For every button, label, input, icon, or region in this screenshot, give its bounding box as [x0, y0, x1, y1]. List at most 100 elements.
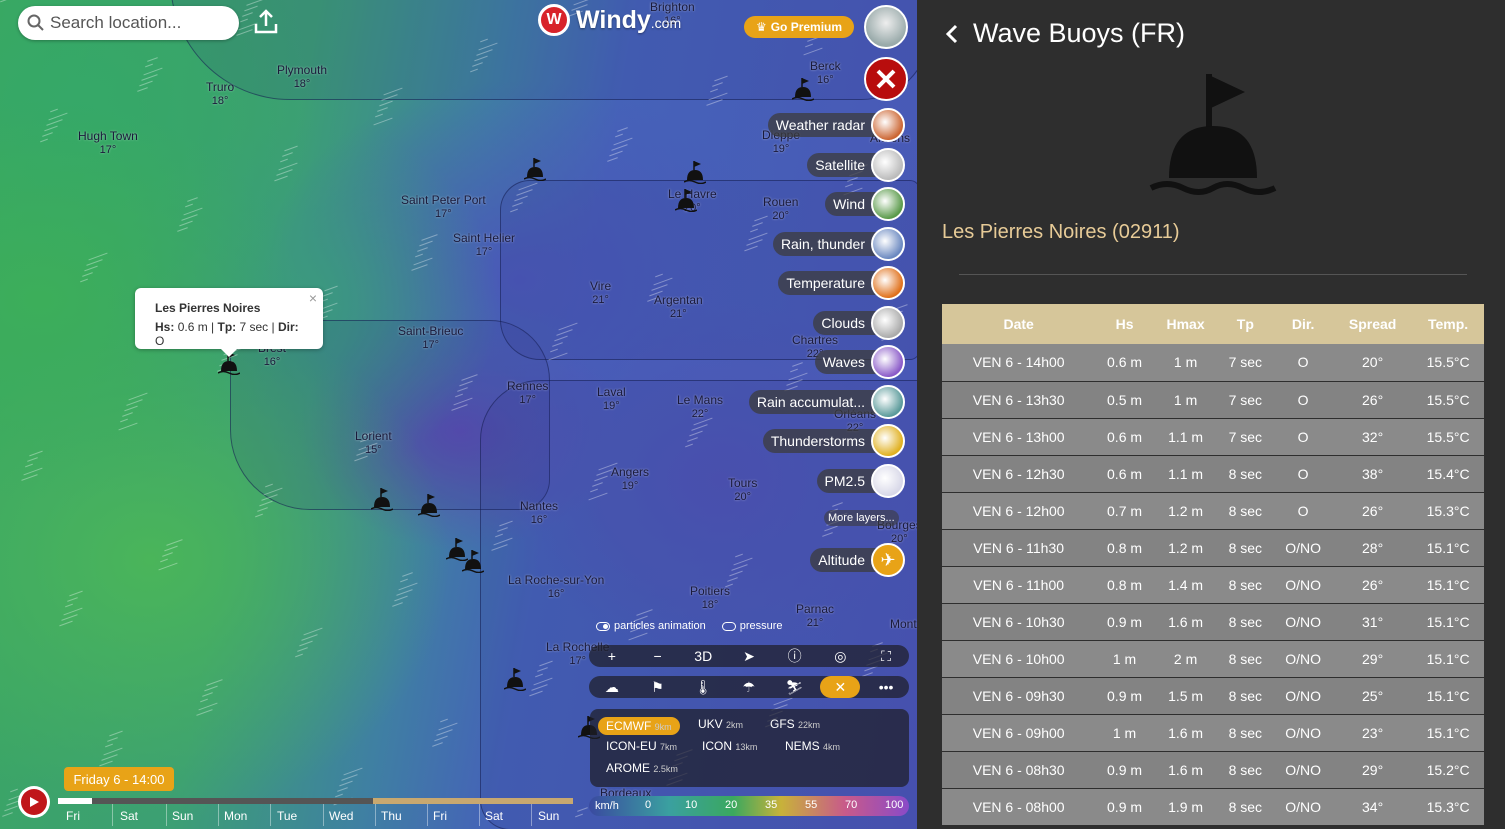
- info-icon[interactable]: ⓘ: [775, 645, 815, 667]
- layer-item[interactable]: Waves: [814, 345, 905, 379]
- wind-streak: [147, 57, 158, 62]
- kite-icon[interactable]: ⛷: [775, 676, 815, 698]
- timeline-day[interactable]: Sun: [538, 809, 559, 823]
- play-button[interactable]: [18, 786, 50, 818]
- city-label[interactable]: Plymouth 18°: [277, 63, 327, 91]
- timeline-day[interactable]: Tue: [277, 809, 297, 823]
- city-temp: 19°: [621, 480, 639, 492]
- timeline-day[interactable]: Thu: [381, 809, 402, 823]
- layer-item[interactable]: Clouds: [813, 305, 905, 340]
- buoy-marker-icon[interactable]: [371, 487, 393, 511]
- buoy-marker-icon[interactable]: [675, 188, 697, 212]
- table-cell: 1.2 m: [1153, 529, 1218, 567]
- 3d-button[interactable]: 3D: [683, 645, 723, 667]
- fullscreen-icon[interactable]: ⛶: [866, 645, 906, 667]
- wind-streak: [29, 450, 43, 457]
- layer-item[interactable]: Rain, thunder: [772, 226, 905, 261]
- city-label[interactable]: Laval 19°: [597, 385, 626, 413]
- city-label[interactable]: Mont: [890, 617, 917, 631]
- thermometer-icon[interactable]: 🌡: [683, 676, 723, 698]
- layer-item[interactable]: Wind: [825, 187, 905, 221]
- timeline-day[interactable]: Fri: [66, 809, 80, 823]
- share-icon[interactable]: [252, 8, 280, 36]
- close-overlay-button[interactable]: [864, 57, 908, 101]
- flag-icon[interactable]: ⚑: [638, 676, 678, 698]
- locate-icon[interactable]: ➤: [729, 645, 769, 667]
- search-input[interactable]: [50, 11, 230, 35]
- altitude-control[interactable]: Altitude ✈: [810, 543, 905, 577]
- buoy-marker-icon[interactable]: [524, 157, 546, 181]
- city-label[interactable]: Berck 16°: [810, 59, 841, 87]
- weather-map[interactable]: Brighton 16° Plymouth 18° Truro 18° Hugh Town 1…: [0, 0, 917, 829]
- city-label[interactable]: Parnac 21°: [796, 602, 834, 630]
- city-label[interactable]: Saint Helier 17°: [453, 231, 515, 259]
- buoy-marker-icon[interactable]: [792, 77, 814, 101]
- buoy-marker-icon[interactable]: [462, 549, 484, 573]
- weather-icon[interactable]: ☁: [592, 676, 632, 698]
- layer-item[interactable]: Temperature: [778, 266, 905, 300]
- city-label[interactable]: Truro 18°: [206, 80, 234, 108]
- close-layer-icon[interactable]: ✕: [820, 676, 861, 698]
- more-icon[interactable]: •••: [866, 676, 906, 698]
- model-option[interactable]: UKV 2km: [698, 717, 743, 731]
- city-label[interactable]: Lorient 15°: [355, 429, 392, 457]
- buoy-popup[interactable]: × Les Pierres Noires Hs: 0.6 m | Tp: 7 s…: [135, 288, 323, 357]
- city-label[interactable]: Argentan 21°: [654, 293, 703, 321]
- layer-item[interactable]: PM2.5: [816, 463, 905, 498]
- avatar[interactable]: [864, 5, 908, 49]
- city-label[interactable]: Poitiers 18°: [690, 584, 730, 612]
- city-label[interactable]: Angers 19°: [611, 465, 649, 493]
- layer-item[interactable]: Rain accumulat...: [748, 384, 905, 419]
- particles-toggle[interactable]: particles animation: [596, 620, 706, 632]
- model-option[interactable]: GFS 22km: [770, 717, 820, 731]
- layer-thumbnail-icon: [871, 384, 905, 419]
- timeline-day[interactable]: Wed: [329, 809, 353, 823]
- table-cell: 26°: [1332, 492, 1413, 530]
- model-option[interactable]: ICON-EU 7km: [606, 739, 677, 753]
- city-label[interactable]: Hugh Town 17°: [78, 129, 138, 157]
- model-option[interactable]: ICON 13km: [702, 739, 757, 753]
- city-label[interactable]: Saint Peter Port 17°: [401, 193, 486, 221]
- city-label[interactable]: Rouen 20°: [763, 195, 798, 223]
- wind-streak: [40, 138, 48, 143]
- layer-item[interactable]: Thunderstorms: [762, 424, 905, 458]
- layer-item[interactable]: Satellite: [807, 147, 905, 182]
- table-row: VEN 6 - 12h30 0.6 m 1.1 m8 sec O 38° 15.4°C: [942, 455, 1484, 493]
- timeline-day[interactable]: Mon: [224, 809, 247, 823]
- more-layers-link[interactable]: More layers...: [824, 510, 899, 526]
- popup-close-icon[interactable]: ×: [309, 290, 317, 306]
- buoy-marker-icon[interactable]: [418, 493, 440, 517]
- layer-item[interactable]: Weather radar: [767, 108, 905, 142]
- city-label[interactable]: Tours 20°: [728, 476, 757, 504]
- city-temp: 17°: [435, 208, 452, 220]
- zoom-out-button[interactable]: −: [638, 645, 678, 667]
- pressure-toggle[interactable]: pressure: [721, 620, 783, 632]
- city-label[interactable]: La Roche-sur-Yon 16°: [508, 573, 604, 601]
- city-label[interactable]: Le Mans 22°: [677, 393, 723, 421]
- timeline-day[interactable]: Fri: [433, 809, 447, 823]
- model-resolution: 2.5km: [653, 764, 678, 774]
- timeline-track[interactable]: [58, 798, 573, 804]
- model-resolution: 9km: [654, 722, 672, 732]
- model-option[interactable]: ECMWF 9km: [598, 717, 680, 735]
- timeline-day[interactable]: Sat: [485, 809, 503, 823]
- search-box[interactable]: [18, 6, 239, 40]
- timeline-day[interactable]: Sat: [120, 809, 138, 823]
- layer-thumbnail-icon: [871, 266, 905, 300]
- hurricane-icon[interactable]: ◎: [820, 645, 860, 667]
- model-option[interactable]: AROME 2.5km: [606, 761, 678, 775]
- table-cell: 8 sec: [1217, 455, 1274, 493]
- city-label[interactable]: Vire 21°: [590, 279, 611, 307]
- city-label[interactable]: Rennes 17°: [507, 379, 548, 407]
- windy-logo[interactable]: W Windy.com: [538, 4, 681, 36]
- buoy-marker-icon[interactable]: [504, 667, 526, 691]
- city-label[interactable]: Saint-Brieuc 17°: [398, 324, 463, 352]
- timeline-day[interactable]: Sun: [172, 809, 193, 823]
- buoy-marker-icon[interactable]: [684, 160, 706, 184]
- go-premium-button[interactable]: ♛ Go Premium: [744, 16, 854, 38]
- zoom-in-button[interactable]: +: [592, 645, 632, 667]
- model-option[interactable]: NEMS 4km: [785, 739, 840, 753]
- city-label[interactable]: Nantes 16°: [520, 499, 558, 527]
- umbrella-icon[interactable]: ☂: [729, 676, 769, 698]
- back-chevron-icon[interactable]: [945, 24, 959, 44]
